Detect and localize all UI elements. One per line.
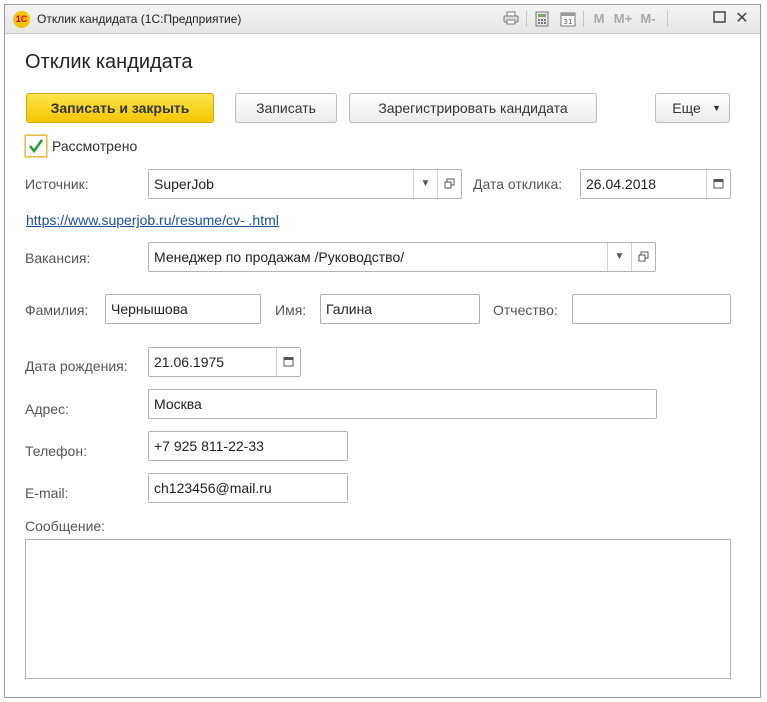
address-value: Москва — [154, 396, 202, 412]
vacancy-value: Менеджер по продажам /Руководство/ — [154, 249, 405, 265]
more-button-label: Еще — [672, 100, 701, 116]
save-button[interactable]: Записать — [235, 93, 337, 123]
more-button[interactable]: Еще ▼ — [655, 93, 730, 123]
open-icon[interactable] — [631, 243, 655, 271]
email-label: E-mail: — [25, 485, 69, 501]
resume-link[interactable]: https://www.superjob.ru/resume/cv- .html — [26, 212, 279, 228]
form-window: 1С Отклик кандидата (1С:Предприятие) 31 … — [4, 4, 761, 698]
calculator-icon[interactable] — [533, 11, 551, 27]
source-field[interactable]: SuperJob ▼ — [148, 169, 462, 199]
phone-label: Телефон: — [25, 443, 87, 459]
close-icon[interactable]: ✕ — [733, 11, 751, 27]
message-label: Сообщение: — [25, 518, 106, 534]
reviewed-checkbox[interactable] — [24, 134, 48, 158]
first-name-label: Имя: — [275, 302, 307, 318]
toolbar-separator — [526, 11, 527, 27]
email-value: ch123456@mail.ru — [154, 480, 272, 496]
response-date-field[interactable]: 26.04.2018 — [580, 169, 731, 199]
page-title: Отклик кандидата — [25, 51, 193, 73]
dropdown-arrow-icon[interactable]: ▼ — [607, 243, 631, 271]
phone-value: +7 925 811-22-33 — [154, 438, 264, 454]
dropdown-arrow-icon[interactable]: ▼ — [413, 170, 437, 198]
calendar-icon[interactable] — [276, 348, 300, 376]
birth-date-field[interactable]: 21.06.1975 — [148, 347, 301, 377]
memory-m-button[interactable]: M — [591, 11, 607, 27]
birth-date-label: Дата рождения: — [25, 358, 128, 374]
middle-name-field[interactable] — [572, 294, 731, 324]
source-label: Источник: — [25, 176, 89, 192]
printer-icon[interactable] — [502, 11, 520, 27]
save-and-close-button[interactable]: Записать и закрыть — [26, 93, 214, 123]
calendar-icon[interactable]: 31 — [559, 11, 577, 27]
address-label: Адрес: — [25, 401, 69, 417]
register-candidate-button[interactable]: Зарегистрировать кандидата — [349, 93, 597, 123]
last-name-label: Фамилия: — [25, 302, 89, 318]
app-logo-icon: 1С — [13, 11, 30, 28]
middle-name-label: Отчество: — [493, 302, 558, 318]
memory-minus-button[interactable]: M- — [637, 11, 659, 27]
message-textarea[interactable] — [25, 539, 731, 679]
address-field[interactable]: Москва — [148, 389, 657, 419]
checkmark-icon — [28, 139, 44, 154]
maximize-icon[interactable] — [711, 11, 727, 27]
calendar-icon[interactable] — [706, 170, 730, 198]
reviewed-label: Рассмотрено — [52, 138, 138, 154]
toolbar-separator — [667, 11, 668, 27]
open-icon[interactable] — [437, 170, 461, 198]
svg-text:31: 31 — [564, 18, 573, 26]
last-name-value: Чернышова — [111, 301, 188, 317]
first-name-field[interactable]: Галина — [320, 294, 480, 324]
response-date-label: Дата отклика: — [473, 176, 563, 192]
email-field[interactable]: ch123456@mail.ru — [148, 473, 348, 503]
first-name-value: Галина — [326, 301, 373, 317]
source-value: SuperJob — [154, 176, 214, 192]
response-date-value: 26.04.2018 — [586, 176, 657, 192]
last-name-field[interactable]: Чернышова — [105, 294, 261, 324]
title-bar: 1С Отклик кандидата (1С:Предприятие) 31 … — [5, 5, 760, 34]
vacancy-label: Вакансия: — [25, 250, 91, 266]
window-title: Отклик кандидата (1С:Предприятие) — [37, 12, 242, 26]
vacancy-field[interactable]: Менеджер по продажам /Руководство/ ▼ — [148, 242, 656, 272]
birth-date-value: 21.06.1975 — [154, 354, 225, 370]
toolbar-separator — [583, 11, 584, 27]
phone-field[interactable]: +7 925 811-22-33 — [148, 431, 348, 461]
chevron-down-icon: ▼ — [712, 103, 721, 113]
memory-plus-button[interactable]: M+ — [611, 11, 635, 27]
